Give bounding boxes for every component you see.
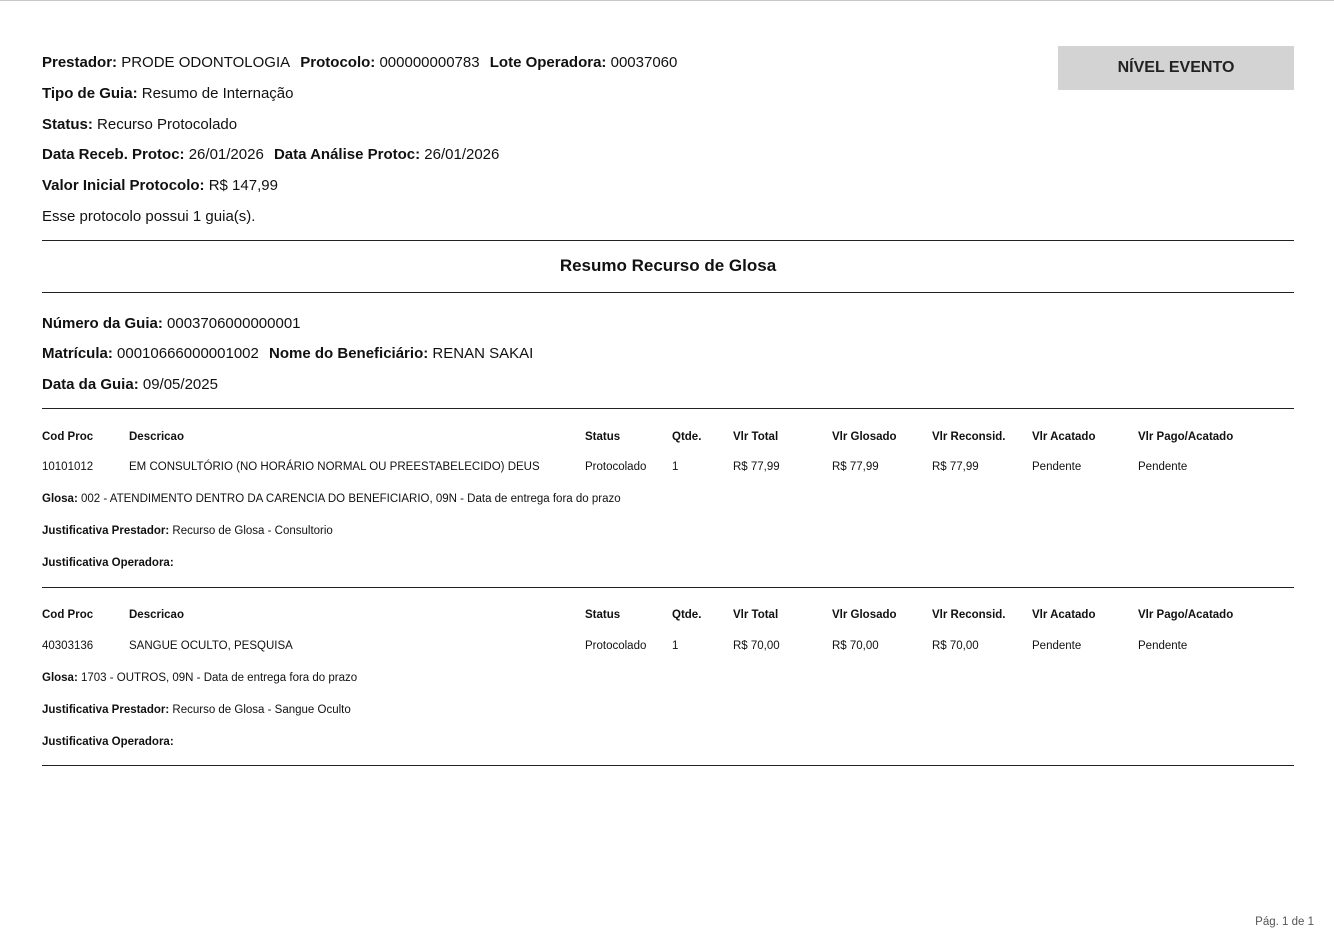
header-line-2: Tipo de Guia: Resumo de Internação: [42, 85, 294, 103]
page-number: Pág. 1 de 1: [1255, 916, 1314, 928]
divider: [42, 408, 1294, 409]
nivel-evento-badge: NÍVEL EVENTO: [1058, 46, 1294, 90]
col-header-descricao: Descricao: [129, 431, 184, 443]
col-header-vlr-pago-acatado: Vlr Pago/Acatado: [1138, 431, 1234, 443]
data-guia-label: Data da Guia:: [42, 376, 139, 393]
prestador-label: Prestador:: [42, 54, 118, 71]
glosa-label: Glosa:: [42, 493, 78, 505]
status-value: Recurso Protocolado: [97, 116, 238, 133]
valor-inicial-value: R$ 147,99: [208, 177, 278, 194]
vlr-glosado-cell: R$ 70,00: [832, 640, 879, 652]
vlr-reconsid-cell: R$ 77,99: [932, 461, 979, 473]
justificativa-operadora-label: Justificativa Operadora:: [42, 736, 174, 748]
cod-proc-cell: 40303136: [42, 640, 94, 652]
data-analise-label: Data Análise Protoc:: [273, 146, 421, 163]
vlr-acatado-cell: Pendente: [1032, 461, 1082, 473]
col-header-cod-proc: Cod Proc: [42, 431, 94, 443]
col-header-vlr-reconsid: Vlr Reconsid.: [932, 431, 1006, 443]
justificativa-operadora-line: Justificativa Operadora:: [42, 735, 174, 749]
glosa-line: Glosa: 1703 - OUTROS, 09N - Data de entr…: [42, 671, 357, 685]
col-header-vlr-pago-acatado: Vlr Pago/Acatado: [1138, 609, 1234, 621]
data-analise-value: 26/01/2026: [424, 146, 500, 163]
divider: [42, 240, 1294, 241]
col-header-vlr-total: Vlr Total: [733, 431, 779, 443]
guias-count-text: Esse protocolo possui 1 guia(s).: [42, 208, 256, 225]
top-border: [0, 0, 1334, 1]
status-cell: Protocolado: [585, 640, 647, 652]
beneficiario-value: RENAN SAKAI: [432, 345, 534, 362]
justificativa-prestador-label: Justificativa Prestador:: [42, 525, 170, 537]
justificativa-operadora-label: Justificativa Operadora:: [42, 557, 174, 569]
glosa-value: 1703 - OUTROS, 09N - Data de entrega for…: [81, 672, 358, 684]
col-header-vlr-acatado: Vlr Acatado: [1032, 609, 1096, 621]
justificativa-prestador-line: Justificativa Prestador: Recurso de Glos…: [42, 703, 351, 717]
justificativa-prestador-label: Justificativa Prestador:: [42, 704, 170, 716]
protocolo-label: Protocolo:: [300, 54, 376, 71]
lote-label: Lote Operadora:: [489, 54, 607, 71]
col-header-vlr-acatado: Vlr Acatado: [1032, 431, 1096, 443]
beneficiary-line: Matrícula: 00010666000001002 Nome do Ben…: [42, 345, 533, 363]
beneficiario-label: Nome do Beneficiário:: [269, 345, 429, 362]
header-line-3: Status: Recurso Protocolado: [42, 116, 237, 134]
qtde-cell: 1: [672, 640, 679, 652]
vlr-pago-acatado-cell: Pendente: [1138, 461, 1188, 473]
justificativa-operadora-line: Justificativa Operadora:: [42, 556, 174, 570]
numero-guia-value: 0003706000000001: [167, 315, 301, 332]
descricao-cell: EM CONSULTÓRIO (NO HORÁRIO NORMAL OU PRE…: [129, 461, 540, 473]
col-header-descricao: Descricao: [129, 609, 184, 621]
status-cell: Protocolado: [585, 461, 647, 473]
divider: [42, 587, 1294, 588]
status-label: Status:: [42, 116, 93, 133]
col-header-status: Status: [585, 609, 621, 621]
col-header-vlr-reconsid: Vlr Reconsid.: [932, 609, 1006, 621]
vlr-reconsid-cell: R$ 70,00: [932, 640, 979, 652]
col-header-vlr-glosado: Vlr Glosado: [832, 431, 897, 443]
glosa-line: Glosa: 002 - ATENDIMENTO DENTRO DA CAREN…: [42, 492, 621, 506]
vlr-pago-acatado-cell: Pendente: [1138, 640, 1188, 652]
header-line-1: Prestador: PRODE ODONTOLOGIA Protocolo: …: [42, 54, 677, 72]
section-title: Resumo Recurso de Glosa: [559, 256, 777, 275]
glosa-label: Glosa:: [42, 672, 78, 684]
header-line-5: Valor Inicial Protocolo: R$ 147,99: [42, 177, 278, 195]
col-header-status: Status: [585, 431, 621, 443]
col-header-vlr-glosado: Vlr Glosado: [832, 609, 897, 621]
lote-value: 00037060: [610, 54, 678, 71]
justificativa-prestador-value: Recurso de Glosa - Consultorio: [172, 525, 333, 537]
guia-number-line: Número da Guia: 0003706000000001: [42, 315, 301, 333]
justificativa-prestador-line: Justificativa Prestador: Recurso de Glos…: [42, 524, 333, 538]
vlr-acatado-cell: Pendente: [1032, 640, 1082, 652]
tipo-guia-value: Resumo de Internação: [141, 85, 294, 102]
data-receb-value: 26/01/2026: [188, 146, 264, 163]
vlr-total-cell: R$ 70,00: [733, 640, 780, 652]
descricao-cell: SANGUE OCULTO, PESQUISA: [129, 640, 293, 652]
tipo-guia-label: Tipo de Guia:: [42, 85, 138, 102]
prestador-value: PRODE ODONTOLOGIA: [121, 54, 291, 71]
numero-guia-label: Número da Guia:: [42, 315, 163, 332]
col-header-qtde: Qtde.: [672, 431, 702, 443]
glosa-value: 002 - ATENDIMENTO DENTRO DA CARENCIA DO …: [81, 493, 621, 505]
qtde-cell: 1: [672, 461, 679, 473]
guia-date-line: Data da Guia: 09/05/2025: [42, 376, 218, 394]
vlr-total-cell: R$ 77,99: [733, 461, 780, 473]
divider: [42, 292, 1294, 293]
header-line-4: Data Receb. Protoc: 26/01/2026 Data Anál…: [42, 146, 499, 164]
valor-inicial-label: Valor Inicial Protocolo:: [42, 177, 205, 194]
matricula-value: 00010666000001002: [117, 345, 259, 362]
col-header-cod-proc: Cod Proc: [42, 609, 94, 621]
vlr-glosado-cell: R$ 77,99: [832, 461, 879, 473]
cod-proc-cell: 10101012: [42, 461, 94, 473]
data-receb-label: Data Receb. Protoc:: [42, 146, 185, 163]
matricula-label: Matrícula:: [42, 345, 113, 362]
divider: [42, 765, 1294, 766]
col-header-qtde: Qtde.: [672, 609, 702, 621]
col-header-vlr-total: Vlr Total: [733, 609, 779, 621]
protocolo-value: 000000000783: [379, 54, 480, 71]
justificativa-prestador-value: Recurso de Glosa - Sangue Oculto: [172, 704, 351, 716]
data-guia-value: 09/05/2025: [142, 376, 218, 393]
